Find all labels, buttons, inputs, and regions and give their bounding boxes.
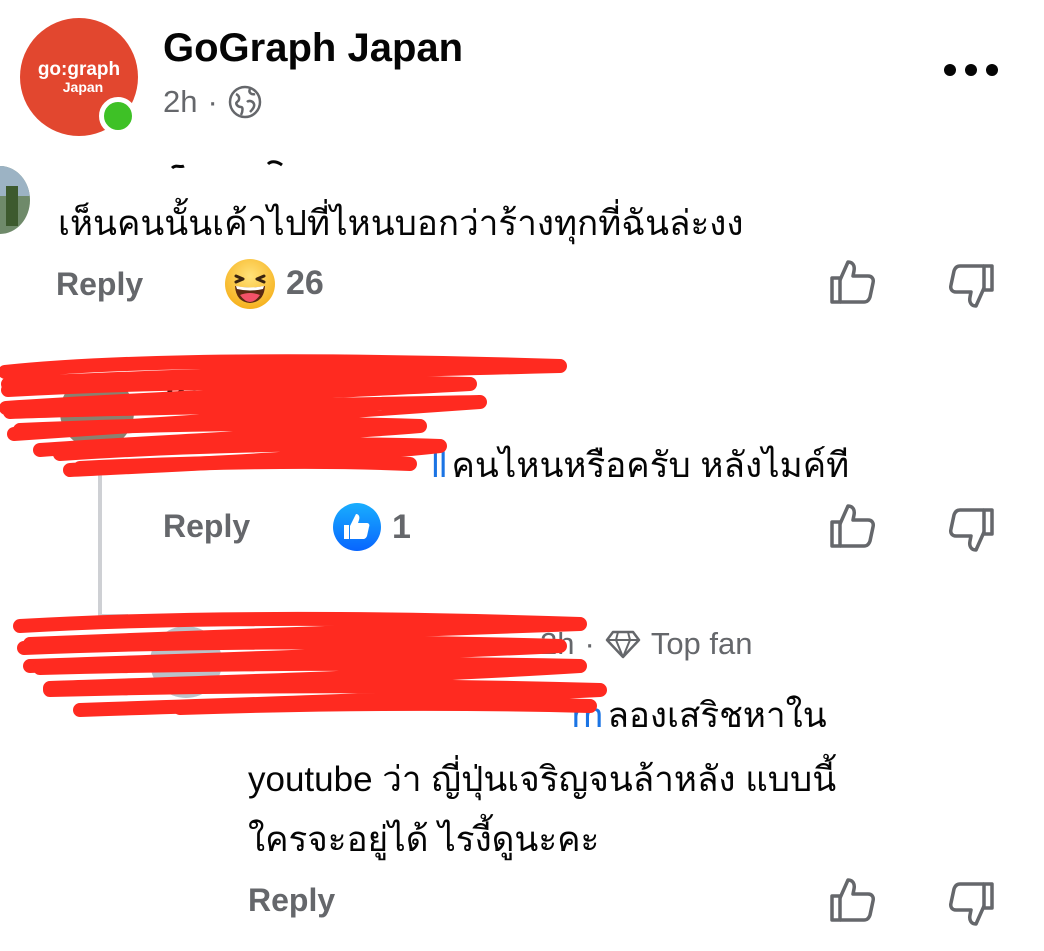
reply-author-line: 2h · Top fan (540, 626, 753, 662)
like-reaction-icon (333, 503, 381, 551)
reply-avatar[interactable] (150, 626, 222, 698)
thumbs-up-icon[interactable] (828, 876, 876, 924)
reply-author-name[interactable]: kajorn (165, 378, 270, 417)
comment-text: ใครจะอยู่ได้ ไรงี้ดูนะคะ (248, 820, 600, 859)
thumbs-down-icon[interactable] (948, 880, 996, 928)
globe-icon (228, 85, 262, 119)
haha-emoji-icon (225, 259, 275, 309)
page-name[interactable]: GoGraph Japan (163, 26, 463, 71)
comment-text: ลองเสริชหาใน (607, 696, 827, 735)
reply-button[interactable]: Reply (56, 266, 143, 303)
reply-avatar[interactable] (60, 375, 134, 449)
reply-thread-line (98, 470, 102, 620)
reply-author-line: kajorn · 2h · (165, 378, 339, 418)
reaction-count[interactable]: 1 (392, 508, 411, 547)
reply-time[interactable]: 2h (540, 626, 574, 662)
more-options-button[interactable] (944, 64, 998, 76)
more-dot (944, 64, 956, 76)
comment-text: เห็นคนนั้นเค้าไปที่ไหนบอกว่าร้างทุกที่ฉั… (58, 204, 744, 243)
meta-separator: · (207, 84, 218, 119)
reply-thread-branch (98, 614, 128, 618)
reaction-count[interactable]: 26 (286, 264, 324, 303)
top-fan-badge: Top fan (650, 626, 753, 661)
reply-time[interactable]: 2h (289, 381, 323, 416)
avatar-logo-text: go:graph (37, 59, 121, 80)
avatar-logo-subtext: Japan (62, 79, 104, 95)
commenter-avatar-partial[interactable] (0, 166, 30, 234)
meta-separator: · (328, 381, 339, 416)
mention-link[interactable]: rn (248, 696, 603, 736)
mention-link[interactable]: ll (165, 446, 447, 486)
thumbs-up-icon[interactable] (828, 258, 876, 306)
thumbs-up-icon[interactable] (828, 502, 876, 550)
post-meta: 2h · (163, 84, 262, 120)
thumbs-down-icon[interactable] (948, 262, 996, 310)
reply-text-line: ll คนไหนหรือครับ หลังไมค์ที (165, 438, 849, 493)
post-time[interactable]: 2h (163, 84, 197, 120)
reply-button[interactable]: Reply (248, 882, 335, 919)
more-dot (965, 64, 977, 76)
comment-text: youtube ว่า ญี่ปุ่นเจริญจนล้าหลัง แบบนี้ (248, 760, 837, 799)
online-status-dot (99, 97, 137, 135)
diamond-icon (605, 630, 641, 659)
cropped-name-text (170, 160, 283, 170)
meta-separator: · (584, 626, 595, 661)
thumbs-down-icon[interactable] (948, 506, 996, 554)
reply-button[interactable]: Reply (163, 508, 250, 545)
comment-text: คนไหนหรือครับ หลังไมค์ที (451, 446, 850, 485)
meta-separator: · (274, 381, 285, 416)
more-dot (986, 64, 998, 76)
reply-text-line: rn ลองเสริชหาใน (248, 688, 827, 743)
